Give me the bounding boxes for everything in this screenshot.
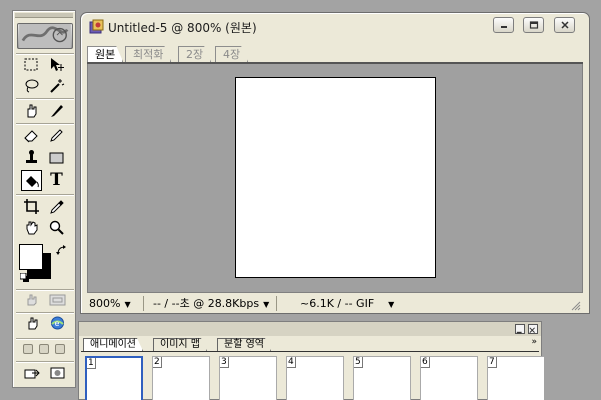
tab-2-up[interactable]: 2장: [178, 46, 211, 62]
jump-to-photoshop-icon[interactable]: [22, 365, 42, 381]
animation-panel: 애니메이션 이미지 맵 분할 영역 » 1 2 3 4 5 6 7: [78, 321, 545, 400]
separator: [16, 312, 74, 314]
slice-tool-icon[interactable]: [46, 100, 67, 121]
tool-palette: T e: [12, 10, 76, 388]
hand-tool-icon[interactable]: [21, 217, 42, 238]
crop-tool-icon[interactable]: [21, 196, 42, 217]
animation-frames: 1 2 3 4 5 6 7: [85, 356, 545, 400]
frame-number: 5: [354, 357, 363, 368]
document-title: Untitled-5 @ 800% (원본): [108, 21, 257, 35]
maximize-button[interactable]: [523, 17, 544, 33]
zoom-tool-icon[interactable]: [46, 217, 67, 238]
type-tool-icon[interactable]: T: [46, 170, 67, 191]
zoom-level-dropdown[interactable]: 800% ▼: [89, 296, 144, 311]
minimize-button[interactable]: [493, 17, 514, 33]
separator: [16, 338, 74, 340]
resize-grip-icon[interactable]: [570, 300, 581, 311]
imageready-document-icon: [89, 19, 104, 34]
swap-colors-icon[interactable]: [56, 245, 68, 257]
file-info-dropdown[interactable]: ~6.1K / -- GIF ▼: [282, 296, 410, 311]
svg-text:e: e: [54, 319, 59, 328]
preview-in-browser-icon[interactable]: e: [47, 315, 67, 331]
frame-number: 6: [421, 357, 430, 368]
tab-slices[interactable]: 분할 영역: [217, 338, 271, 351]
separator: [16, 361, 74, 363]
default-colors-icon[interactable]: [20, 273, 30, 283]
document-tabs: 원본 최적화 2장 4장: [87, 46, 587, 62]
tab-image-map[interactable]: 이미지 맵: [153, 338, 207, 351]
rectangle-tool-icon[interactable]: [46, 147, 67, 168]
frame-number: 3: [220, 357, 229, 368]
palette-grip[interactable]: [15, 13, 73, 18]
animation-frame[interactable]: 6: [420, 356, 478, 400]
preview-document-icon[interactable]: [22, 315, 42, 331]
canvas-workspace[interactable]: [87, 64, 583, 293]
panel-menu-icon[interactable]: »: [531, 337, 537, 347]
toggle-slice-visibility-icon[interactable]: [22, 292, 42, 308]
foreground-color-swatch[interactable]: [19, 244, 43, 270]
standard-screen-mode-button[interactable]: [23, 344, 33, 354]
panel-titlebar[interactable]: [79, 322, 541, 336]
panel-tabs: 애니메이션 이미지 맵 분할 영역: [83, 338, 539, 351]
document-canvas[interactable]: [235, 77, 436, 278]
animation-frame[interactable]: 4: [286, 356, 344, 400]
dropdown-arrow-icon: ▼: [388, 300, 395, 309]
tab-optimized[interactable]: 최적화: [125, 46, 171, 62]
animation-frame[interactable]: 5: [353, 356, 411, 400]
paint-bucket-icon[interactable]: [21, 170, 42, 191]
file-info-value: ~6.1K / -- GIF: [300, 297, 375, 310]
pencil-tool-icon[interactable]: [46, 125, 67, 146]
tab-animation[interactable]: 애니메이션: [83, 338, 143, 351]
zoom-level-value: 800%: [89, 297, 121, 310]
lasso-tool-icon[interactable]: [21, 75, 42, 96]
full-screen-menu-mode-button[interactable]: [39, 344, 49, 354]
maximize-icon: [529, 21, 538, 29]
panel-minimize-icon[interactable]: [515, 324, 525, 334]
animation-frame[interactable]: 3: [219, 356, 277, 400]
slice-select-hand-icon[interactable]: [21, 100, 42, 121]
workspace-background: [544, 321, 601, 400]
magic-wand-icon[interactable]: [46, 75, 67, 96]
animation-frame[interactable]: 2: [152, 356, 210, 400]
imageready-logo-icon[interactable]: [17, 23, 73, 49]
animation-frame[interactable]: 1: [85, 356, 143, 400]
clone-stamp-icon[interactable]: [21, 147, 42, 168]
eyedropper-icon[interactable]: [46, 196, 67, 217]
panel-close-icon[interactable]: [528, 324, 538, 334]
move-tool-icon[interactable]: [46, 54, 67, 75]
download-time-dropdown[interactable]: -- / --초 @ 28.8Kbps ▼: [149, 296, 277, 311]
close-button[interactable]: [554, 17, 575, 33]
frame-number: 2: [153, 357, 162, 368]
close-icon: [560, 21, 569, 29]
document-window: Untitled-5 @ 800% (원본) 원본 최적화 2장 4장 800%…: [80, 12, 590, 314]
document-titlebar[interactable]: Untitled-5 @ 800% (원본): [81, 13, 589, 39]
frame-number: 4: [287, 357, 296, 368]
marquee-tool-icon[interactable]: [21, 54, 42, 75]
full-screen-mode-button[interactable]: [55, 344, 65, 354]
frame-number: 1: [87, 358, 96, 369]
tab-4-up[interactable]: 4장: [215, 46, 248, 62]
dropdown-arrow-icon: ▼: [124, 300, 131, 309]
download-time-value: -- / --초 @ 28.8Kbps: [153, 297, 260, 310]
animation-frame[interactable]: 7: [487, 356, 545, 400]
document-status-bar: 800% ▼ -- / --초 @ 28.8Kbps ▼ ~6.1K / -- GI…: [87, 295, 583, 312]
separator: [16, 289, 74, 291]
toggle-image-map-visibility-icon[interactable]: [47, 292, 67, 308]
frame-number: 7: [488, 357, 497, 368]
dropdown-arrow-icon: ▼: [263, 300, 270, 309]
tab-rule: [81, 351, 539, 352]
eraser-tool-icon[interactable]: [21, 125, 42, 146]
tab-original[interactable]: 원본: [87, 46, 123, 62]
jump-to-application-icon[interactable]: [47, 365, 67, 381]
minimize-icon: [500, 26, 507, 28]
